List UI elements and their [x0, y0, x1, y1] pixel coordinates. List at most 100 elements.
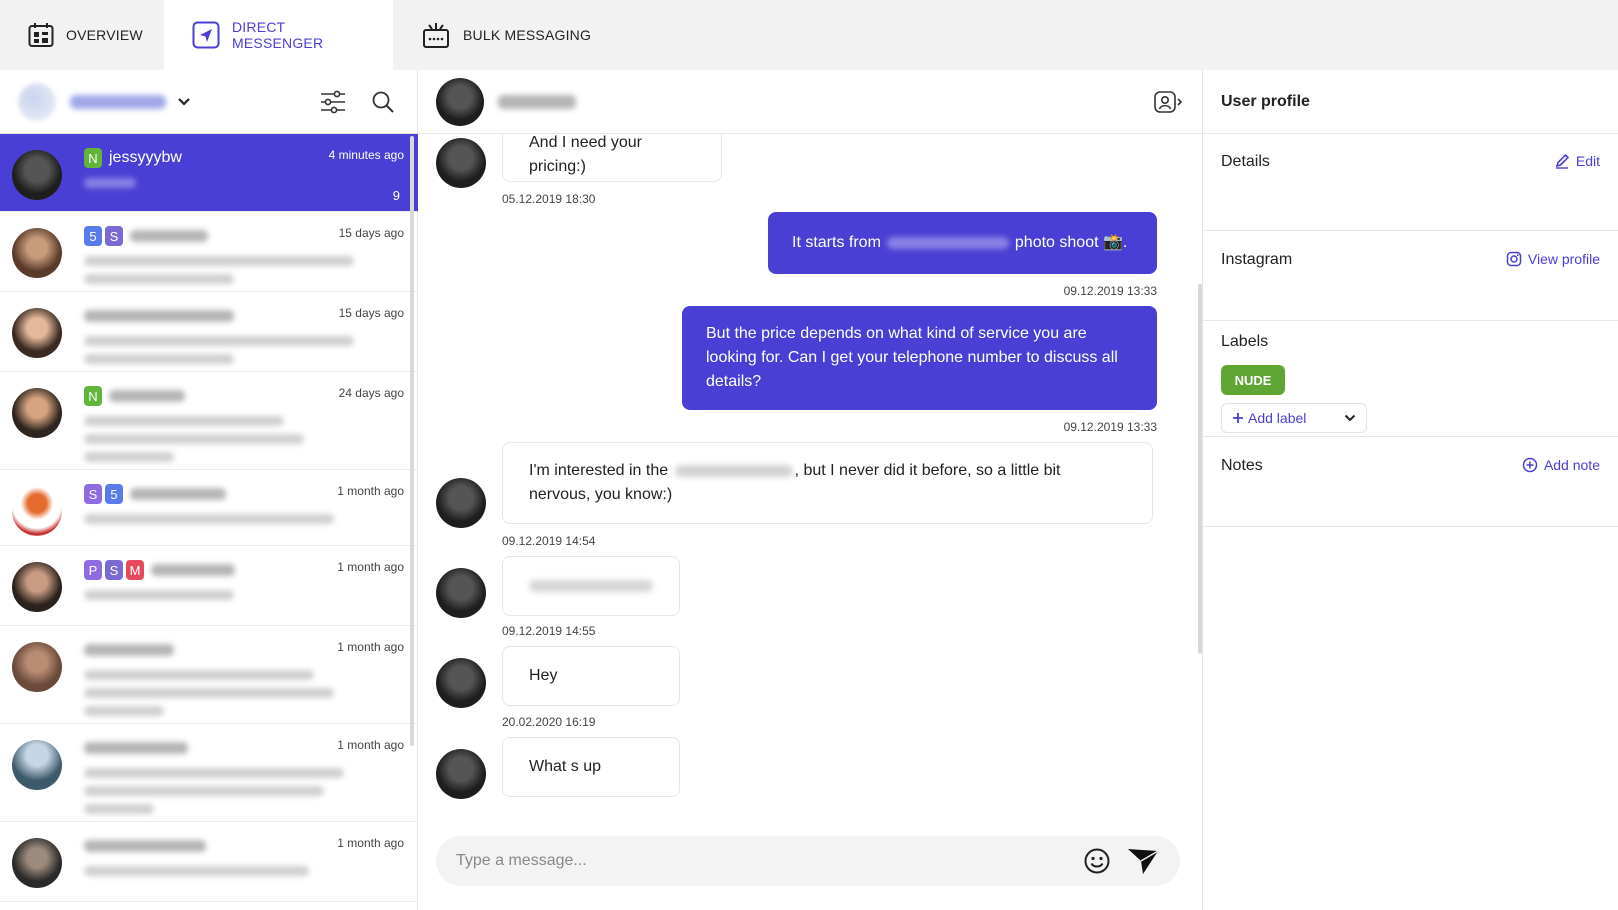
- conversation-time: 1 month ago: [337, 640, 404, 654]
- scrollbar[interactable]: [410, 136, 414, 746]
- instagram-icon: [1506, 251, 1522, 267]
- add-note-link[interactable]: Add note: [1522, 457, 1600, 473]
- top-nav: OVERVIEW DIRECT MESSENGER BULK MESSAGING: [0, 0, 1618, 70]
- message-bubble-incoming[interactable]: What s up: [502, 737, 680, 797]
- emoji-icon[interactable]: [1080, 844, 1114, 878]
- notes-section: Notes Add note: [1203, 437, 1618, 527]
- pencil-icon: [1554, 153, 1570, 169]
- chevron-down-icon[interactable]: [176, 94, 192, 110]
- conversation-time: 15 days ago: [338, 226, 404, 240]
- conversation-item[interactable]: N 24 days ago: [0, 372, 418, 470]
- plus-icon: [1232, 412, 1244, 424]
- message-bubble-outgoing[interactable]: It starts from photo shoot 📸.: [768, 212, 1157, 274]
- message-text: And I need your pricing:): [529, 134, 642, 175]
- tab-overview[interactable]: OVERVIEW: [0, 0, 164, 70]
- message-bubble-incoming[interactable]: And I need your pricing:): [502, 134, 722, 182]
- message-preview-redacted: [84, 336, 354, 346]
- message-preview-redacted: [84, 452, 174, 462]
- view-profile-link[interactable]: View profile: [1506, 251, 1600, 267]
- add-label-dropdown[interactable]: Add label: [1221, 403, 1367, 433]
- avatar: [12, 562, 62, 612]
- message-preview-redacted: [84, 274, 234, 284]
- add-note-label: Add note: [1543, 457, 1600, 473]
- conversation-item[interactable]: S 5 1 month ago: [0, 470, 418, 546]
- message-preview-redacted: [84, 866, 309, 876]
- avatar: [436, 749, 486, 799]
- view-profile-label: View profile: [1527, 251, 1600, 267]
- message-preview-redacted: [84, 706, 164, 716]
- label-badge: P: [84, 560, 102, 580]
- message-preview-redacted: [84, 786, 324, 796]
- message-row: [436, 478, 486, 528]
- details-section: Details Edit: [1203, 134, 1618, 231]
- conversation-time: 15 days ago: [338, 306, 404, 320]
- account-avatar[interactable]: [18, 82, 56, 121]
- avatar: [436, 478, 486, 528]
- message-bubble-incoming[interactable]: Hey: [502, 646, 680, 706]
- conversation-item[interactable]: 5 S 15 days ago: [0, 212, 418, 292]
- message-text: I'm interested in the: [529, 462, 669, 479]
- avatar: [12, 308, 62, 358]
- conversation-time: 1 month ago: [337, 738, 404, 752]
- conversation-time: 1 month ago: [337, 560, 404, 574]
- conversation-item[interactable]: 15 days ago: [0, 292, 418, 372]
- message-preview-redacted: [84, 590, 234, 600]
- redacted-text: [674, 464, 793, 477]
- tab-direct-messenger[interactable]: DIRECT MESSENGER: [164, 0, 393, 70]
- conversation-time: 1 month ago: [337, 836, 404, 850]
- label-chip-nude[interactable]: NUDE: [1221, 365, 1285, 395]
- account-name-redacted[interactable]: [70, 94, 166, 109]
- conversation-name-redacted: [109, 390, 185, 402]
- avatar: [436, 138, 486, 188]
- avatar: [12, 228, 62, 278]
- bulk-inbox-icon: [421, 20, 451, 50]
- label-badge: M: [126, 560, 144, 580]
- message-text: photo shoot 📸.: [1014, 234, 1128, 251]
- message-timestamp: 09.12.2019 13:33: [1063, 420, 1157, 434]
- message-preview-redacted: [84, 688, 334, 698]
- label-badge: N: [84, 386, 102, 406]
- label-badge: S: [105, 560, 123, 580]
- avatar: [12, 150, 62, 200]
- message-row: [436, 568, 486, 618]
- avatar[interactable]: [436, 77, 484, 126]
- message-text-wrap: I'm interested in the , but I never did …: [529, 459, 1122, 507]
- search-icon[interactable]: [367, 86, 399, 118]
- tab-label: BULK MESSAGING: [463, 27, 592, 43]
- tab-bulk-messaging[interactable]: BULK MESSAGING: [393, 0, 619, 70]
- message-preview-redacted: [84, 670, 314, 680]
- conversation-name-redacted: [84, 644, 174, 656]
- conversation-item[interactable]: 1 month ago: [0, 626, 418, 724]
- avatar: [436, 658, 486, 708]
- message-text: It starts from: [792, 234, 881, 251]
- conversation-time: 24 days ago: [338, 386, 404, 400]
- message-list: And I need your pricing:) 05.12.2019 18:…: [418, 134, 1202, 904]
- message-bubble-incoming[interactable]: I'm interested in the , but I never did …: [502, 442, 1153, 524]
- filter-icon[interactable]: [317, 86, 349, 118]
- tab-label: DIRECT MESSENGER: [232, 19, 324, 51]
- message-bubble-incoming[interactable]: [502, 556, 680, 616]
- conversation-name-redacted: [151, 564, 235, 576]
- send-icon[interactable]: [1126, 844, 1160, 878]
- message-preview-redacted: [84, 416, 284, 426]
- add-label-text: Add label: [1248, 410, 1307, 426]
- conversation-item[interactable]: P S M 1 month ago: [0, 546, 418, 626]
- conversation-item[interactable]: 1 month ago: [0, 724, 418, 822]
- avatar: [12, 838, 62, 888]
- message-bubble-outgoing[interactable]: But the price depends on what kind of se…: [682, 306, 1157, 410]
- redacted-text: [886, 237, 1009, 249]
- avatar: [12, 486, 62, 536]
- chevron-down-icon: [1344, 414, 1356, 422]
- message-preview-redacted: [84, 178, 136, 188]
- user-profile-panel: User profile Details Edit Instagram View…: [1202, 70, 1618, 910]
- message-input[interactable]: [456, 852, 1068, 870]
- profile-toggle-icon[interactable]: [1152, 86, 1184, 118]
- label-badge: S: [105, 226, 123, 246]
- conversation-item-jessyyybw[interactable]: N jessyyybw 4 minutes ago 9: [0, 134, 418, 212]
- message-row: [436, 658, 486, 708]
- edit-details-link[interactable]: Edit: [1554, 153, 1600, 169]
- chat-header: [418, 70, 1202, 134]
- details-title: Details: [1221, 153, 1270, 170]
- conversation-item[interactable]: 1 month ago: [0, 822, 418, 902]
- label-badge: N: [84, 148, 102, 168]
